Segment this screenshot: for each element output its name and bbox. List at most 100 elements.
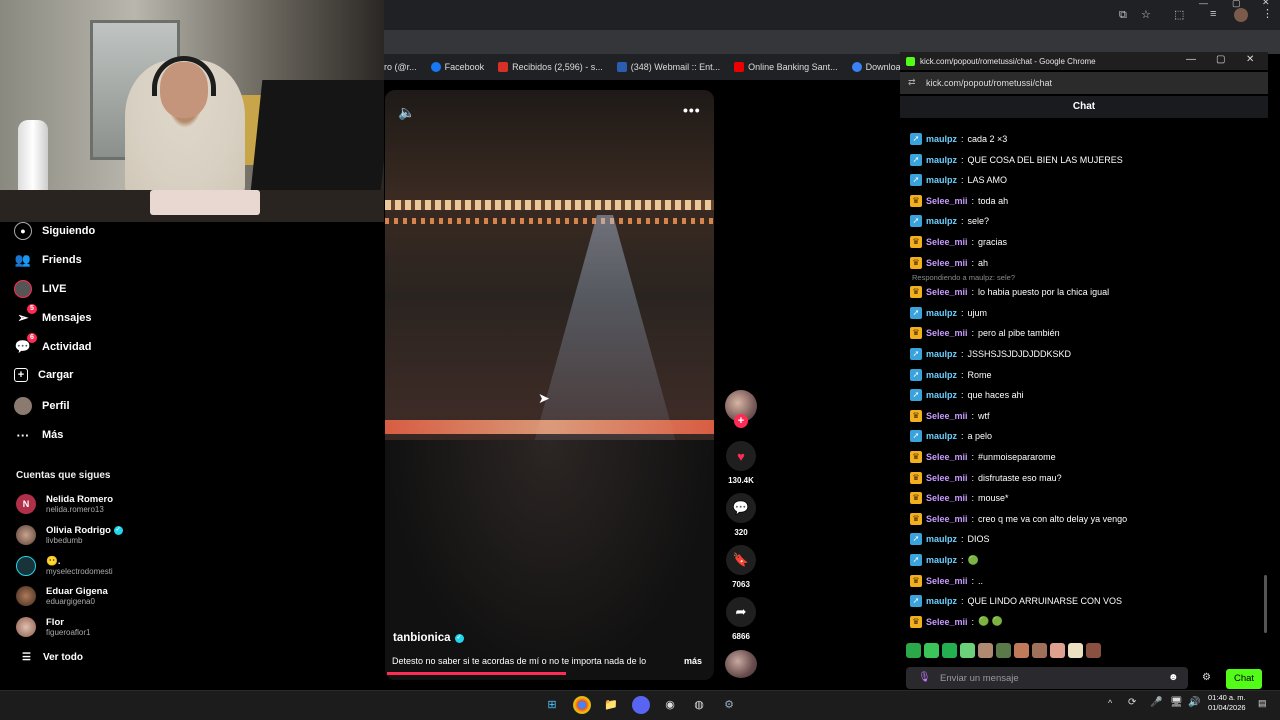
bookmark-icon[interactable]: 🔖 bbox=[726, 545, 756, 575]
chat-username[interactable]: maulpz bbox=[926, 431, 957, 441]
volume-tray-icon[interactable]: 🔊 bbox=[1188, 697, 1200, 708]
file-explorer-icon[interactable]: 📁 bbox=[602, 696, 620, 714]
chat-scrollbar[interactable] bbox=[1264, 575, 1267, 633]
chat-close-icon[interactable]: ✕ bbox=[1246, 54, 1254, 65]
chat-username[interactable]: Selee_mii bbox=[926, 411, 968, 421]
emote[interactable] bbox=[906, 643, 921, 658]
emoji-icon[interactable]: ☻ bbox=[1168, 672, 1179, 683]
chat-username[interactable]: Selee_mii bbox=[926, 287, 968, 297]
bookmark-item[interactable]: Download Twitter Vi... bbox=[851, 62, 900, 72]
chat-username[interactable]: maulpz bbox=[926, 155, 957, 165]
video-progress-bar[interactable] bbox=[387, 672, 566, 675]
nav-activity[interactable]: 💬 6 Actividad bbox=[14, 333, 92, 356]
nav-following[interactable]: ● Siguiendo bbox=[14, 222, 95, 240]
chat-username[interactable]: maulpz bbox=[926, 308, 957, 318]
share-icon[interactable]: ➦ bbox=[726, 597, 756, 627]
followed-account[interactable]: N Nelida Romero nelida.romero13 bbox=[16, 494, 113, 514]
emote[interactable] bbox=[924, 643, 939, 658]
minimize-icon[interactable]: — bbox=[1199, 0, 1208, 8]
discord-icon[interactable] bbox=[632, 696, 650, 714]
follow-plus-button[interactable]: + bbox=[734, 414, 748, 428]
cast-icon[interactable]: ⧉ bbox=[1119, 9, 1127, 22]
chat-username[interactable]: Selee_mii bbox=[926, 196, 968, 206]
chat-username[interactable]: maulpz bbox=[926, 390, 957, 400]
chat-username[interactable]: maulpz bbox=[926, 216, 957, 226]
nav-upload[interactable]: + Cargar bbox=[14, 368, 73, 382]
save-action[interactable]: 🔖 7063 bbox=[723, 545, 759, 589]
share-action[interactable]: ➦ 6866 bbox=[723, 597, 759, 641]
followed-account[interactable]: Olivia Rodrigo ✓ livbedumb bbox=[16, 525, 123, 545]
chat-maximize-icon[interactable]: ▢ bbox=[1216, 54, 1225, 65]
bookmark-item[interactable]: Recibidos (2,596) - s... bbox=[498, 62, 603, 72]
reading-list-icon[interactable]: ≡ bbox=[1210, 8, 1216, 20]
obs-icon[interactable]: ◉ bbox=[661, 696, 679, 714]
mic-tray-icon[interactable]: 🎤 bbox=[1150, 697, 1162, 708]
emote[interactable] bbox=[978, 643, 993, 658]
emote[interactable] bbox=[1014, 643, 1029, 658]
tray-chevron-icon[interactable]: ^ bbox=[1108, 698, 1112, 708]
chat-username[interactable]: Selee_mii bbox=[926, 576, 968, 586]
video-player[interactable] bbox=[385, 90, 714, 680]
followed-account[interactable]: 😶. myselectrodomesti bbox=[16, 556, 113, 576]
emote[interactable] bbox=[1068, 643, 1083, 658]
chat-username[interactable]: Selee_mii bbox=[926, 617, 968, 627]
emote[interactable] bbox=[1086, 643, 1101, 658]
chrome-icon[interactable] bbox=[573, 696, 591, 714]
windows-start-icon[interactable]: ⊞ bbox=[543, 696, 561, 714]
chat-username[interactable]: maulpz bbox=[926, 534, 957, 544]
chat-settings-icon[interactable]: ⚙ bbox=[1202, 672, 1211, 683]
steam-icon[interactable]: ◍ bbox=[690, 696, 708, 714]
emote[interactable] bbox=[996, 643, 1011, 658]
bookmark-item[interactable]: Online Banking Sant... bbox=[734, 62, 838, 72]
chat-username[interactable]: Selee_mii bbox=[926, 473, 968, 483]
heart-icon[interactable]: ♥ bbox=[726, 441, 756, 471]
chat-send-button[interactable]: Chat bbox=[1226, 669, 1262, 689]
caption-more-link[interactable]: más bbox=[684, 656, 702, 666]
emote[interactable] bbox=[1050, 643, 1065, 658]
more-options-icon[interactable]: ••• bbox=[683, 102, 701, 118]
chat-username[interactable]: Selee_mii bbox=[926, 493, 968, 503]
followed-account[interactable]: Flor figueroaflor1 bbox=[16, 617, 90, 637]
see-all-link[interactable]: ☰ Ver todo bbox=[22, 652, 83, 663]
nav-profile[interactable]: Perfil bbox=[14, 397, 70, 415]
system-clock[interactable]: 01:40 a. m. 01/04/2026 bbox=[1208, 693, 1246, 713]
nav-more[interactable]: ··· Más bbox=[14, 426, 64, 444]
emote[interactable] bbox=[1032, 643, 1047, 658]
chat-username[interactable]: Selee_mii bbox=[926, 328, 968, 338]
bookmark-item[interactable]: ro (@r... bbox=[384, 62, 417, 72]
chat-username[interactable]: maulpz bbox=[926, 349, 957, 359]
emote[interactable] bbox=[942, 643, 957, 658]
bookmark-item[interactable]: Facebook bbox=[430, 62, 484, 72]
network-icon[interactable]: 🖥 bbox=[1170, 697, 1183, 708]
emote[interactable] bbox=[960, 643, 975, 658]
nav-messages[interactable]: ➢ 5 Mensajes bbox=[14, 304, 92, 327]
profile-avatar[interactable] bbox=[1234, 8, 1248, 22]
close-icon[interactable]: ✕ bbox=[1262, 0, 1270, 8]
video-author[interactable]: tanbionica ✓ bbox=[393, 632, 464, 644]
site-info-icon[interactable]: ⇄ bbox=[908, 77, 916, 88]
chat-username[interactable]: maulpz bbox=[926, 175, 957, 185]
bookmark-item[interactable]: (348) Webmail :: Ent... bbox=[616, 62, 720, 72]
chat-url-bar[interactable]: kick.com/popout/rometussi/chat bbox=[900, 72, 1268, 94]
maximize-icon[interactable]: ▢ bbox=[1232, 0, 1241, 9]
comment-action[interactable]: 💬 320 bbox=[723, 493, 759, 537]
sync-icon[interactable]: ⟳ bbox=[1128, 697, 1136, 708]
chat-username[interactable]: Selee_mii bbox=[926, 514, 968, 524]
comment-icon[interactable]: 💬 bbox=[726, 493, 756, 523]
chat-username[interactable]: maulpz bbox=[926, 134, 957, 144]
chat-username[interactable]: maulpz bbox=[926, 596, 957, 606]
like-action[interactable]: ♥ 130.4K bbox=[723, 441, 759, 485]
chat-username[interactable]: Selee_mii bbox=[926, 237, 968, 247]
microphone-icon[interactable]: 🎙 bbox=[918, 672, 931, 683]
nav-friends[interactable]: 👥 Friends bbox=[14, 251, 82, 269]
nav-live[interactable]: LIVE bbox=[14, 280, 66, 298]
volume-icon[interactable]: 🔈 bbox=[398, 104, 415, 121]
chat-username[interactable]: maulpz bbox=[926, 555, 957, 565]
chat-minimize-icon[interactable]: — bbox=[1186, 54, 1196, 65]
settings-icon[interactable]: ⚙ bbox=[720, 696, 738, 714]
notifications-icon[interactable]: ▤ bbox=[1258, 698, 1267, 709]
chat-username[interactable]: Selee_mii bbox=[926, 258, 968, 268]
bookmark-star-icon[interactable]: ☆ bbox=[1141, 8, 1151, 21]
chat-username[interactable]: maulpz bbox=[926, 370, 957, 380]
browser-menu-icon[interactable]: ⋮ bbox=[1262, 7, 1273, 20]
